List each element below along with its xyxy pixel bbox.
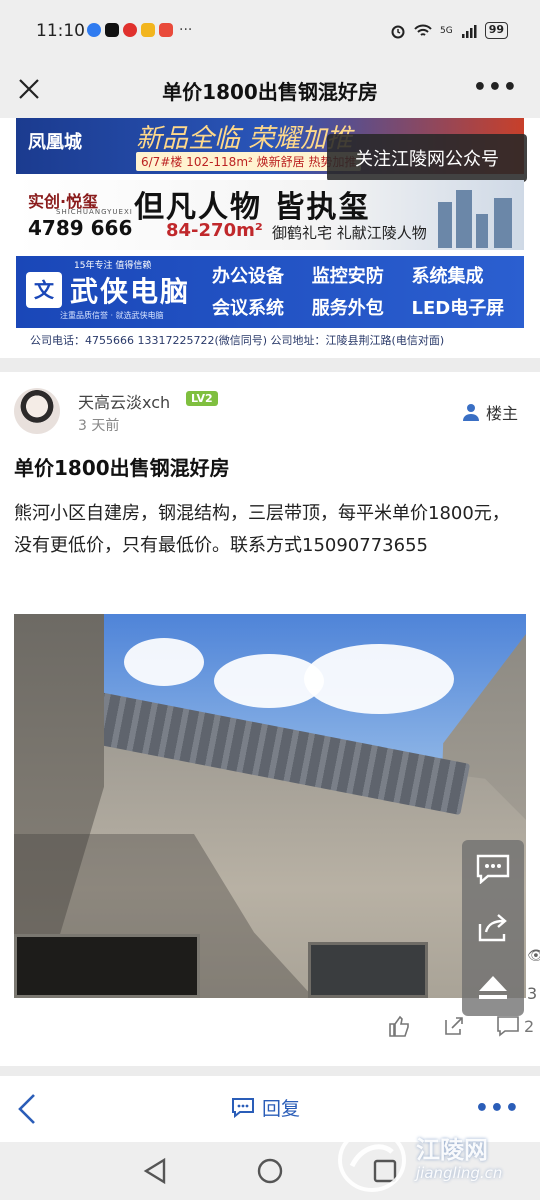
alarm-icon <box>391 25 405 38</box>
wifi-icon <box>414 24 432 36</box>
share-icon <box>445 1017 463 1035</box>
share-button[interactable] <box>442 1014 466 1038</box>
ad3-small: 注重品质信誉 · 就选武侠电脑 <box>60 311 164 320</box>
status-indicators: 5G 99 <box>390 22 508 39</box>
signal-icon <box>461 24 477 38</box>
more-menu-button[interactable]: ••• <box>473 75 518 100</box>
post-title: 单价1800出售钢混好房 <box>14 456 230 480</box>
ad3-name: 武侠电脑 <box>70 275 191 308</box>
ad2-area: 84-270m² <box>166 220 263 241</box>
jiangling-logo-icon <box>338 1128 406 1192</box>
ad2-tagline: 御鹤礼宅 礼献江陵人物 <box>272 224 427 242</box>
page-title: 单价1800出售钢混好房 <box>162 80 378 104</box>
network-label: 5G <box>439 25 453 36</box>
watermark-name: 江陵网 <box>416 1136 488 1164</box>
app-icon-red <box>159 23 173 37</box>
post-body: 熊河小区自建房，钢混结构，三层带顶，每平米单价1800元，没有更低价，只有最低价… <box>14 503 510 556</box>
photo-window <box>308 942 428 998</box>
floating-share-button[interactable] <box>462 899 524 957</box>
weibo-icon <box>123 23 137 37</box>
service-item: 办公设备 <box>212 266 284 287</box>
comment-button[interactable]: 2 <box>496 1014 534 1038</box>
username[interactable]: 天高云淡xch <box>78 389 170 413</box>
eject-icon <box>479 976 507 999</box>
reply-label: 回复 <box>262 1098 301 1120</box>
ad3-contact: 公司电话：4755666 13317225722(微信同号) 公司地址：江陵县荆… <box>30 334 445 347</box>
wuxia-logo-icon: 文 <box>26 272 62 308</box>
photo-cloud <box>124 638 204 686</box>
post-time: 3 天前 <box>78 418 120 434</box>
service-item: 服务外包 <box>311 298 384 319</box>
circle-home-icon <box>257 1158 283 1184</box>
scroll-top-button[interactable] <box>462 958 524 1016</box>
buildings-image <box>438 190 520 248</box>
nav-back-button[interactable] <box>140 1156 170 1186</box>
watermark-url: jiangling.cn <box>416 1164 503 1182</box>
ad2-brand-en: SHICHUANGYUEXI <box>56 208 133 216</box>
follow-account-badge[interactable]: 关注江陵网公众号 <box>327 134 527 182</box>
chevron-left-icon <box>18 1094 35 1124</box>
ad-section: 凤凰城 新品全临 荣耀加推 6/7#楼 102-118m² 焕新舒居 热势加推 … <box>0 118 540 358</box>
like-button[interactable] <box>388 1014 412 1038</box>
ad1-headline: 新品全临 荣耀加推 <box>136 124 353 154</box>
app-icon-blue <box>87 23 101 37</box>
status-bar: 11:10 ··· 5G 99 <box>0 0 540 62</box>
service-item: 监控安防 <box>311 266 384 287</box>
ad-banner-wuxia-computer[interactable]: 15年专注 值得信赖 文 武侠电脑 注重品质信誉 · 就选武侠电脑 办公设备 监… <box>16 256 524 328</box>
service-item: 会议系统 <box>212 298 284 319</box>
photo-cloud <box>304 644 454 714</box>
ad1-logo: 凤凰城 <box>28 132 82 153</box>
reply-button[interactable]: 回复 <box>232 1094 300 1121</box>
op-badge: 楼主 <box>462 400 518 424</box>
service-item: LED电子屏 <box>411 298 505 319</box>
tiktok-icon <box>105 23 119 37</box>
reply-icon <box>232 1097 254 1118</box>
op-label: 楼主 <box>485 404 518 423</box>
post-card: 天高云淡xch LV2 3 天前 楼主 单价1800出售钢混好房 熊河小区自建房… <box>0 372 540 1066</box>
ad2-phone: 4789 666 <box>28 216 133 240</box>
eye-icon: 👁 <box>527 948 540 964</box>
nav-home-button[interactable] <box>255 1156 285 1186</box>
back-button[interactable] <box>14 1092 44 1126</box>
status-time: 11:10 <box>36 21 85 41</box>
post-actions: 2 <box>0 1014 540 1046</box>
app-icon-yellow <box>141 23 155 37</box>
triangle-back-icon <box>143 1157 166 1185</box>
title-bar: 单价1800出售钢混好房 ••• <box>0 62 540 118</box>
comment-count: 2 <box>524 1016 535 1036</box>
comment-icon <box>476 854 510 884</box>
status-app-icons: ··· <box>87 23 192 37</box>
bottom-more-button[interactable]: ••• <box>475 1096 520 1121</box>
more-notifications-icon: ··· <box>179 22 193 38</box>
floating-comment-button[interactable] <box>462 840 524 898</box>
view-count: 3 <box>527 984 538 1003</box>
level-badge: LV2 <box>186 391 218 406</box>
photo-window <box>14 934 200 998</box>
service-item: 系统集成 <box>411 266 484 287</box>
user-icon <box>462 404 479 421</box>
comment-icon <box>497 1016 519 1037</box>
battery-icon: 99 <box>484 22 508 39</box>
floating-toolbar <box>462 840 524 1016</box>
ad-banner-shichuang[interactable]: 实创·悦玺 SHICHUANGYUEXI 4789 666 但凡人物 皆执玺 8… <box>16 180 524 250</box>
thumbs-up-icon <box>389 1015 409 1037</box>
share-icon <box>478 914 507 942</box>
post-photo[interactable] <box>14 614 526 998</box>
avatar[interactable] <box>14 388 60 434</box>
ad3-services: 办公设备 监控安防 系统集成 会议系统 服务外包 LED电子屏 <box>212 262 520 320</box>
site-watermark: 江陵网 jiangling.cn <box>336 1126 526 1194</box>
